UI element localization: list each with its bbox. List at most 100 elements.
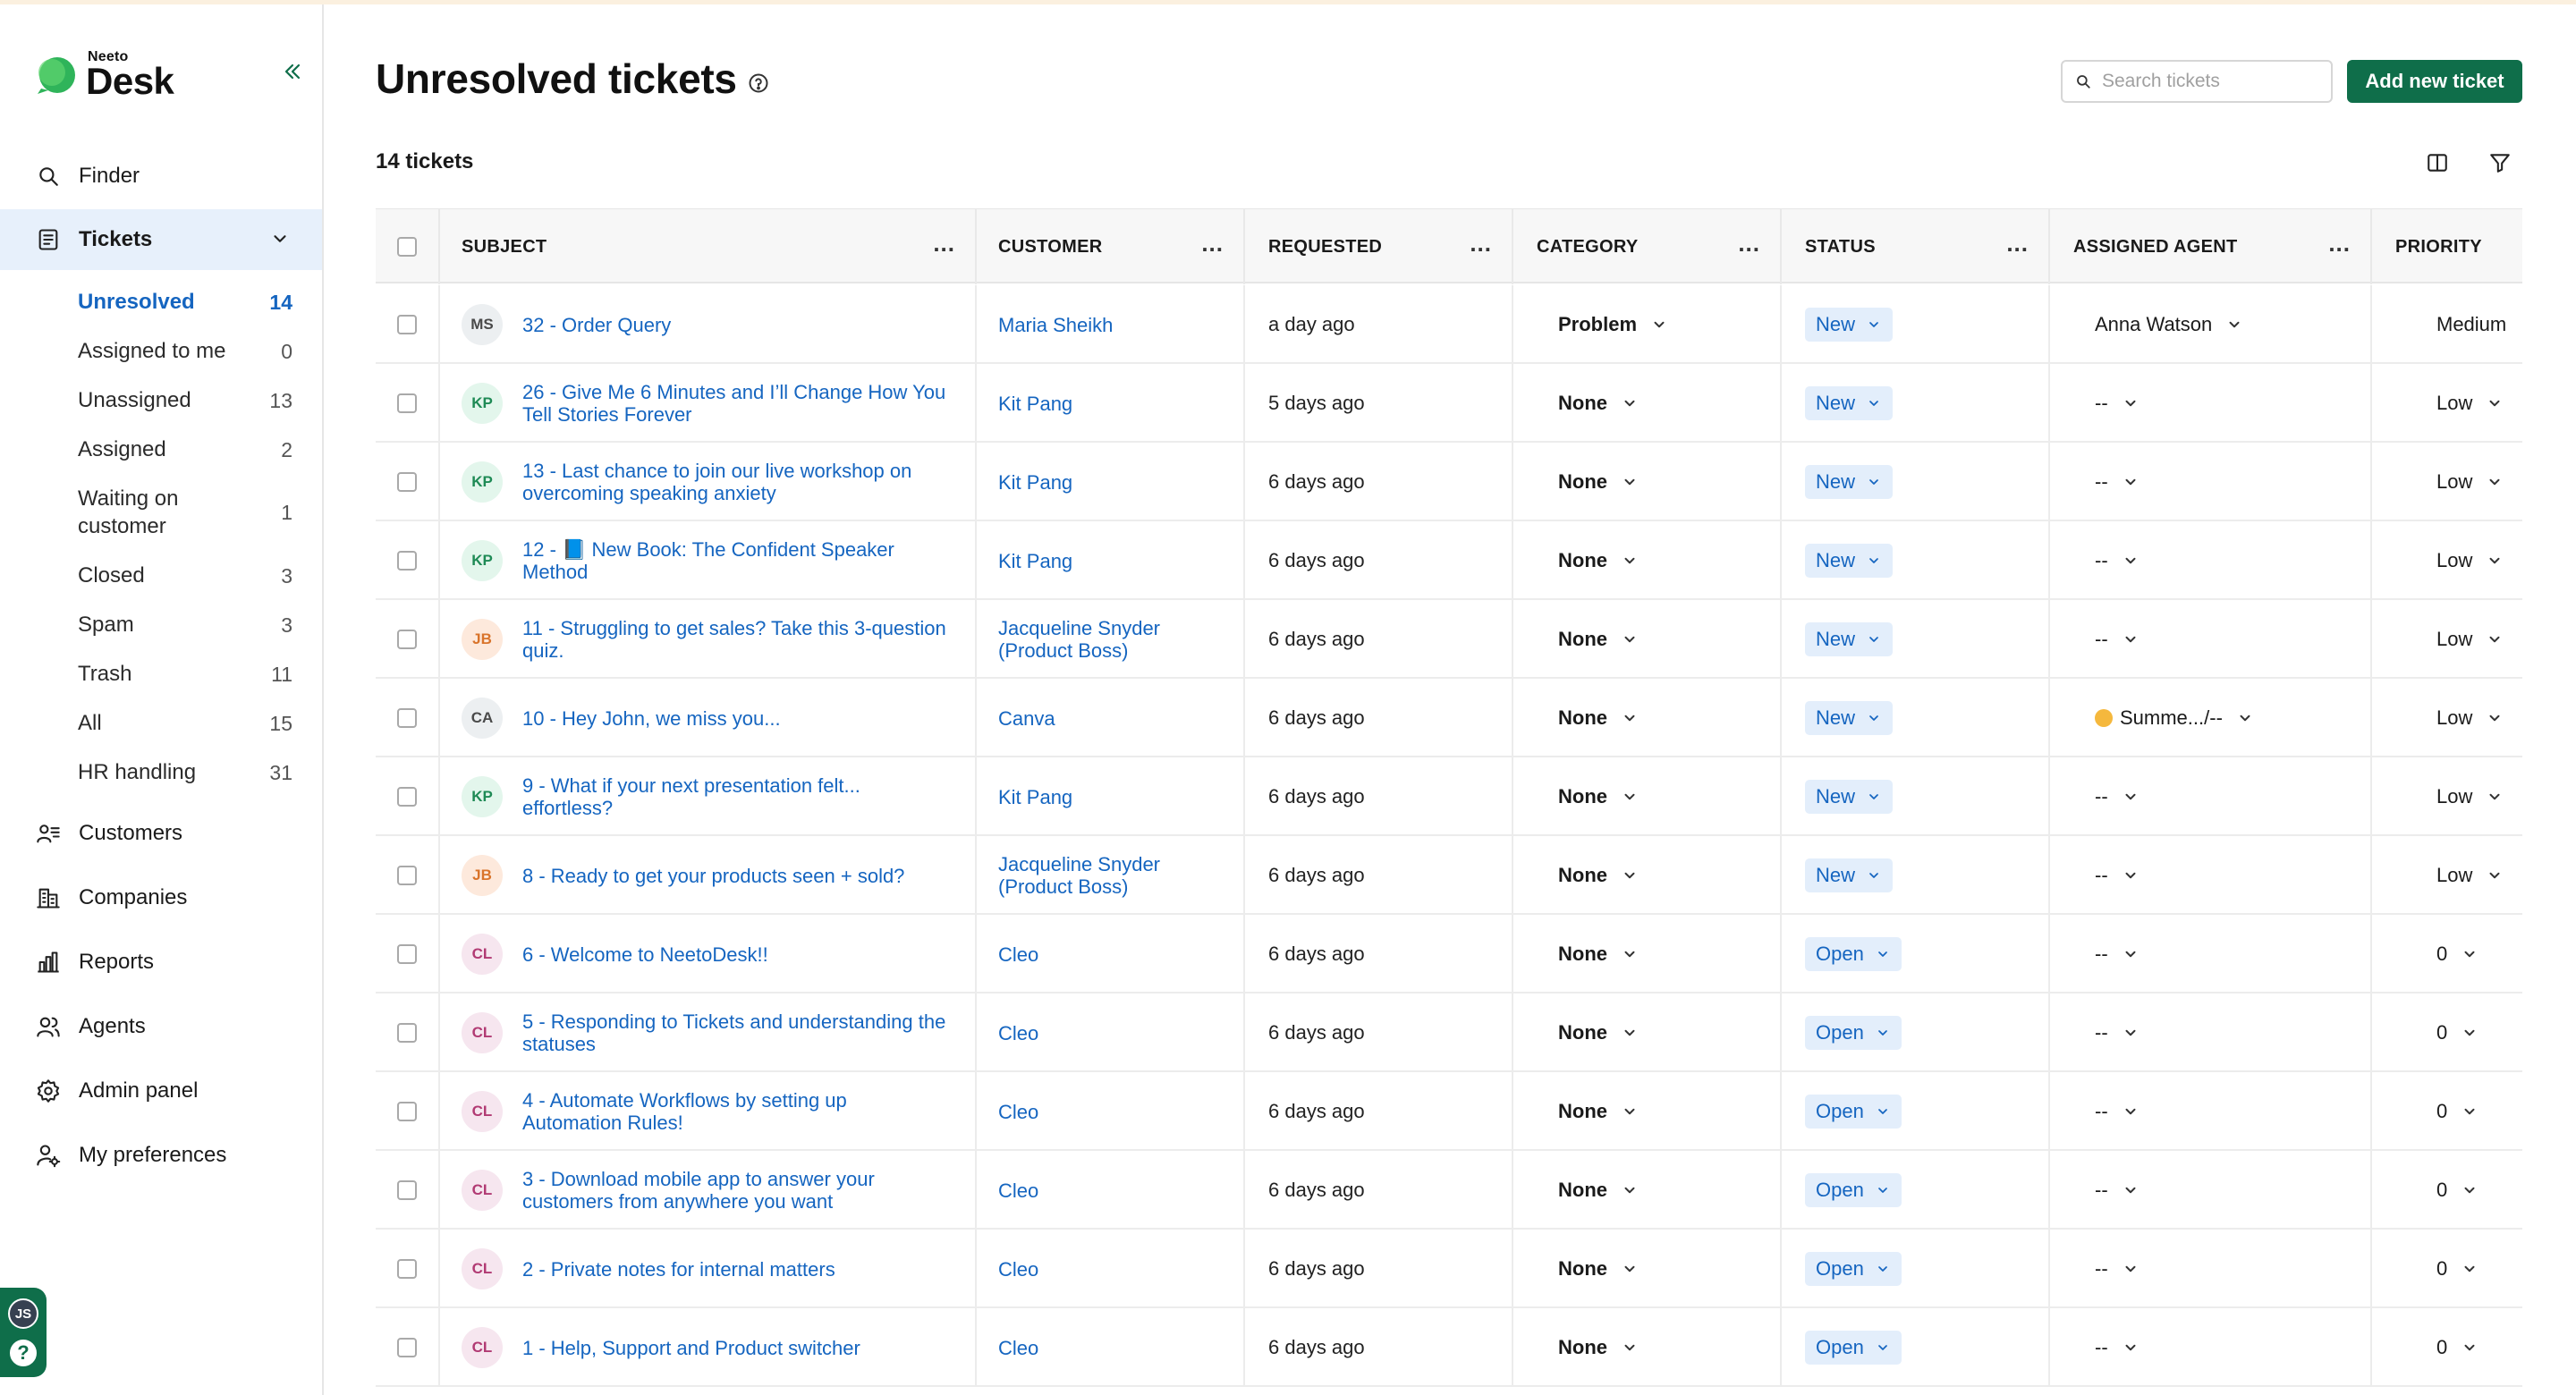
category-dropdown[interactable]: Problem: [1558, 313, 1667, 336]
table-row[interactable]: KP 26 - Give Me 6 Minutes and I’ll Change…: [376, 364, 2522, 443]
status-dropdown[interactable]: New: [1805, 622, 1894, 656]
row-checkbox[interactable]: [397, 1102, 417, 1121]
sidebar-item-admin-panel[interactable]: Admin panel: [0, 1061, 322, 1121]
column-menu-icon[interactable]: ...: [933, 232, 955, 255]
table-row[interactable]: CL 5 - Responding to Tickets and understa…: [376, 993, 2522, 1072]
sidebar-item-agents[interactable]: Agents: [0, 996, 322, 1057]
row-checkbox[interactable]: [397, 630, 417, 649]
row-checkbox[interactable]: [397, 1023, 417, 1043]
priority-dropdown[interactable]: Low: [2436, 470, 2503, 494]
agent-dropdown[interactable]: --: [2095, 1021, 2139, 1044]
status-dropdown[interactable]: New: [1805, 386, 1894, 420]
category-dropdown[interactable]: None: [1558, 1100, 1638, 1123]
help-circle-icon[interactable]: [748, 72, 769, 94]
category-dropdown[interactable]: None: [1558, 1257, 1638, 1281]
status-dropdown[interactable]: New: [1805, 544, 1894, 578]
search-input[interactable]: [2100, 70, 2315, 93]
table-row[interactable]: CL 1 - Help, Support and Product switcher…: [376, 1308, 2522, 1387]
sidebar-subitem-unresolved[interactable]: Unresolved 14: [78, 285, 292, 319]
ticket-subject-link[interactable]: 3 - Download mobile app to answer your cu…: [522, 1168, 875, 1213]
priority-dropdown[interactable]: Low: [2436, 392, 2503, 415]
search-field[interactable]: [2061, 60, 2333, 103]
row-checkbox[interactable]: [397, 944, 417, 964]
column-header-customer[interactable]: CUSTOMER ...: [977, 209, 1245, 284]
ticket-subject-link[interactable]: 5 - Responding to Tickets and understand…: [522, 1010, 945, 1055]
table-row[interactable]: CL 4 - Automate Workflows by setting up Au…: [376, 1072, 2522, 1151]
customer-link[interactable]: Cleo: [998, 1101, 1038, 1123]
row-checkbox[interactable]: [397, 1180, 417, 1200]
sidebar-subitem-closed[interactable]: Closed 3: [78, 559, 292, 593]
column-header-status[interactable]: STATUS ...: [1782, 209, 2050, 284]
status-dropdown[interactable]: New: [1805, 465, 1894, 499]
column-header-category[interactable]: CATEGORY ...: [1513, 209, 1782, 284]
status-dropdown[interactable]: Open: [1805, 1173, 1902, 1207]
agent-dropdown[interactable]: --: [2095, 549, 2139, 572]
table-row[interactable]: KP 13 - Last chance to join our live work…: [376, 443, 2522, 521]
agent-dropdown[interactable]: --: [2095, 1336, 2139, 1359]
agent-dropdown[interactable]: --: [2095, 470, 2139, 494]
category-dropdown[interactable]: None: [1558, 392, 1638, 415]
column-header-assigned-agent[interactable]: ASSIGNED AGENT ...: [2050, 209, 2372, 284]
sidebar-item-tickets[interactable]: Tickets: [0, 209, 322, 270]
status-dropdown[interactable]: New: [1805, 701, 1894, 735]
row-checkbox[interactable]: [397, 866, 417, 885]
customer-link[interactable]: Cleo: [998, 1179, 1038, 1202]
status-dropdown[interactable]: Open: [1805, 1331, 1902, 1365]
ticket-subject-link[interactable]: 32 - Order Query: [522, 314, 671, 336]
priority-dropdown[interactable]: Medium: [2436, 313, 2506, 336]
sidebar-item-reports[interactable]: Reports: [0, 932, 322, 993]
ticket-subject-link[interactable]: 9 - What if your next presentation felt.…: [522, 774, 860, 819]
customer-link[interactable]: Jacqueline Snyder (Product Boss): [998, 853, 1160, 898]
customer-link[interactable]: Cleo: [998, 943, 1038, 966]
table-row[interactable]: CL 3 - Download mobile app to answer your…: [376, 1151, 2522, 1230]
ticket-subject-link[interactable]: 6 - Welcome to NeetoDesk!!: [522, 943, 768, 966]
column-menu-icon[interactable]: ...: [2328, 232, 2351, 255]
ticket-subject-link[interactable]: 12 - 📘 New Book: The Confident Speaker Me…: [522, 538, 894, 583]
sidebar-subitem-all[interactable]: All 15: [78, 706, 292, 740]
row-checkbox[interactable]: [397, 393, 417, 413]
help-icon[interactable]: ?: [8, 1338, 38, 1368]
table-row[interactable]: KP 9 - What if your next presentation fel…: [376, 757, 2522, 836]
column-header-requested[interactable]: REQUESTED ...: [1245, 209, 1513, 284]
customer-link[interactable]: Canva: [998, 707, 1055, 730]
status-dropdown[interactable]: Open: [1805, 1095, 1902, 1129]
column-header-priority[interactable]: PRIORITY: [2372, 209, 2522, 284]
agent-dropdown[interactable]: Summe.../--: [2095, 706, 2253, 730]
category-dropdown[interactable]: None: [1558, 549, 1638, 572]
row-checkbox[interactable]: [397, 1338, 417, 1357]
customer-link[interactable]: Kit Pang: [998, 786, 1072, 808]
column-menu-icon[interactable]: ...: [1738, 232, 1760, 255]
category-dropdown[interactable]: None: [1558, 470, 1638, 494]
customer-link[interactable]: Maria Sheikh: [998, 314, 1113, 336]
row-checkbox[interactable]: [397, 551, 417, 571]
agent-dropdown[interactable]: --: [2095, 864, 2139, 887]
sidebar-subitem-spam[interactable]: Spam 3: [78, 608, 292, 642]
category-dropdown[interactable]: None: [1558, 628, 1638, 651]
priority-dropdown[interactable]: 0: [2436, 1100, 2478, 1123]
row-checkbox[interactable]: [397, 1259, 417, 1279]
priority-dropdown[interactable]: 0: [2436, 1336, 2478, 1359]
row-checkbox[interactable]: [397, 787, 417, 807]
status-dropdown[interactable]: Open: [1805, 1252, 1902, 1286]
column-menu-icon[interactable]: ...: [2006, 232, 2029, 255]
ticket-subject-link[interactable]: 10 - Hey John, we miss you...: [522, 707, 781, 730]
row-checkbox[interactable]: [397, 472, 417, 492]
column-settings-button[interactable]: [2424, 149, 2451, 176]
priority-dropdown[interactable]: Low: [2436, 785, 2503, 808]
ticket-subject-link[interactable]: 11 - Struggling to get sales? Take this …: [522, 617, 946, 662]
customer-link[interactable]: Kit Pang: [998, 550, 1072, 572]
priority-dropdown[interactable]: Low: [2436, 706, 2503, 730]
agent-dropdown[interactable]: --: [2095, 1100, 2139, 1123]
customer-link[interactable]: Cleo: [998, 1022, 1038, 1044]
filter-button[interactable]: [2487, 149, 2513, 176]
status-dropdown[interactable]: Open: [1805, 1016, 1902, 1050]
ticket-subject-link[interactable]: 4 - Automate Workflows by setting up Auto…: [522, 1089, 847, 1134]
ticket-subject-link[interactable]: 26 - Give Me 6 Minutes and I’ll Change H…: [522, 381, 945, 426]
customer-link[interactable]: Kit Pang: [998, 393, 1072, 415]
column-menu-icon[interactable]: ...: [1470, 232, 1492, 255]
priority-dropdown[interactable]: 0: [2436, 1021, 2478, 1044]
collapse-sidebar-button[interactable]: [279, 58, 306, 85]
user-avatar[interactable]: JS: [8, 1298, 38, 1329]
priority-dropdown[interactable]: Low: [2436, 549, 2503, 572]
ticket-subject-link[interactable]: 8 - Ready to get your products seen + so…: [522, 865, 904, 887]
